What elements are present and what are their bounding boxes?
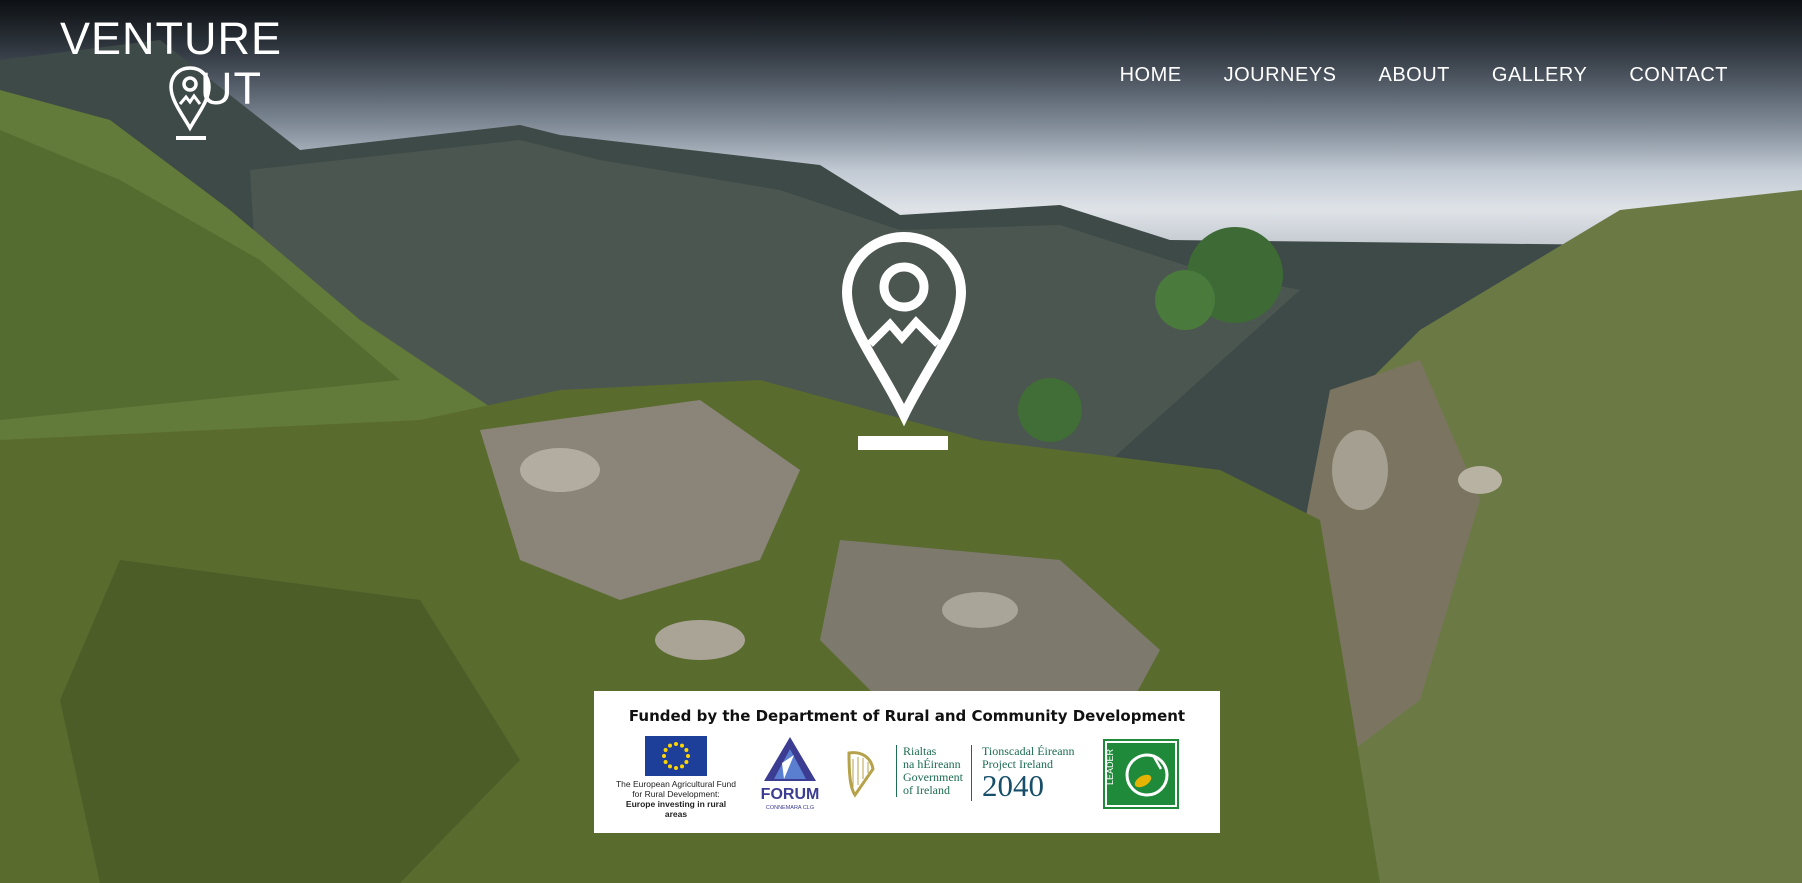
project-ireland-2040-logo: Tionscadal Éireann Project Ireland 2040 — [971, 745, 1083, 801]
leader-text: LEADER — [1105, 748, 1115, 785]
eu-caption-line2: for Rural Development: — [632, 789, 720, 799]
nav-about[interactable]: ABOUT — [1379, 64, 1450, 87]
venture-out-logo[interactable]: VENTURE UT — [60, 16, 290, 146]
nav-gallery[interactable]: GALLERY — [1492, 64, 1587, 87]
main-navigation: HOME JOURNEYS ABOUT GALLERY CONTACT — [1120, 64, 1728, 87]
logo-text-ut: UT — [200, 63, 262, 114]
leader-logo: LEADER — [1103, 739, 1179, 809]
eu-stars-icon — [662, 742, 690, 770]
gov-line4: of Ireland — [903, 783, 950, 797]
nav-home[interactable]: HOME — [1120, 64, 1182, 87]
nav-journeys[interactable]: JOURNEYS — [1224, 64, 1337, 87]
eu-flag-logo — [645, 736, 707, 776]
nav-contact[interactable]: CONTACT — [1629, 64, 1728, 87]
funding-title: Funded by the Department of Rural and Co… — [628, 707, 1186, 725]
harp-icon — [847, 751, 875, 798]
eu-fund-caption: The European Agricultural Fund for Rural… — [614, 779, 738, 819]
forum-subtitle: CONNEMARA CLG — [766, 805, 814, 811]
eu-caption-line3: Europe investing in rural areas — [625, 799, 727, 819]
government-of-ireland-logo: Rialtas na hÉireann Government of Irelan… — [896, 745, 966, 797]
forum-connemara-logo: FORUM CONNEMARA CLG — [761, 737, 820, 811]
map-pin-mountain-icon — [841, 232, 967, 450]
logo-text-venture: VENTURE — [60, 13, 283, 64]
hero-section: VENTURE UT HOME JOURNEYS ABOUT GALLERY C… — [0, 0, 1802, 883]
eu-caption-line1: The European Agricultural Fund — [615, 779, 737, 789]
funding-banner: Funded by the Department of Rural and Co… — [594, 691, 1220, 833]
pi-year: 2040 — [982, 768, 1044, 803]
forum-name: FORUM — [761, 786, 820, 803]
